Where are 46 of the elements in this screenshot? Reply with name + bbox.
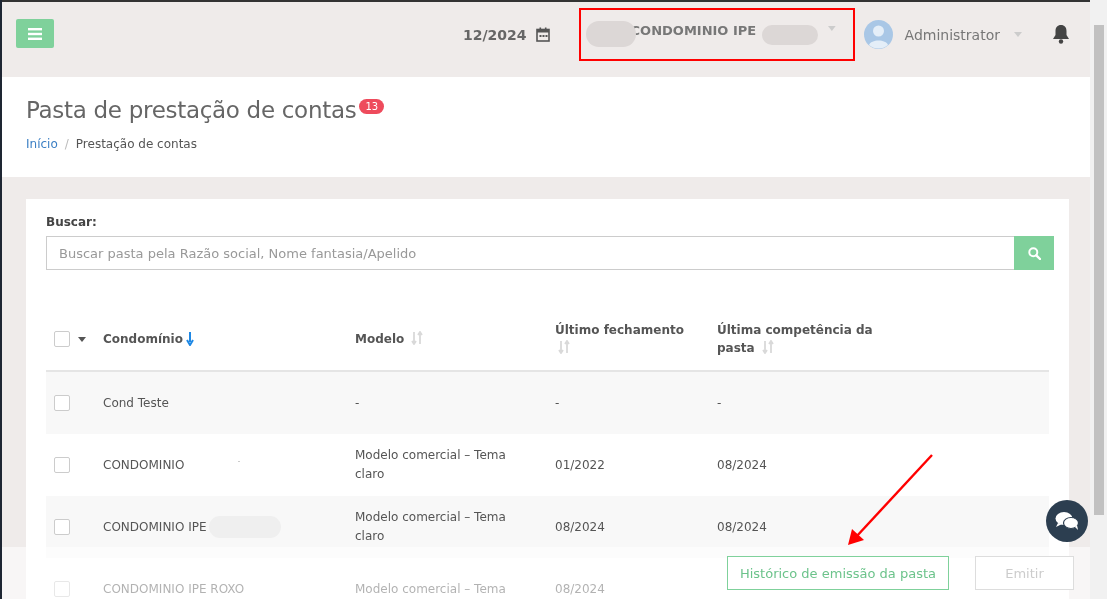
column-header[interactable]: Última competência da pasta <box>717 321 897 357</box>
table-cell: 08/2024 <box>717 520 767 534</box>
chat-icon <box>1055 511 1079 531</box>
table-cell: Modelo comercial – Tema claro <box>355 448 506 481</box>
table-cell: - <box>355 395 360 410</box>
bell-icon[interactable] <box>1052 23 1070 44</box>
search-icon <box>1027 246 1041 260</box>
table-cell: Cond Teste <box>103 396 169 410</box>
table-cell: 01/2022 <box>555 458 605 472</box>
table-cell: - <box>717 396 722 410</box>
scrollbar[interactable] <box>1090 0 1107 599</box>
period-label[interactable]: 12/2024 <box>463 26 527 43</box>
row-checkbox[interactable] <box>54 519 70 535</box>
table-cell: 08/2024 <box>717 458 767 472</box>
table-cell: 08/2024 <box>555 520 605 534</box>
chat-button[interactable] <box>1046 500 1088 542</box>
menu-button[interactable] <box>16 19 54 48</box>
condominium-selector[interactable]: CONDOMINIO IPE <box>565 12 836 57</box>
breadcrumb-current: Prestação de contas <box>75 137 197 151</box>
column-header[interactable]: Modelo <box>355 329 555 349</box>
page-title: Pasta de prestação de contas <box>26 97 357 123</box>
select-all-checkbox[interactable] <box>54 331 70 347</box>
count-badge: 13 <box>359 99 385 114</box>
row-checkbox[interactable] <box>54 457 70 473</box>
search-field[interactable]: Buscar pasta pela Razão social, Nome fantasia/Apelido <box>46 236 1014 270</box>
column-header[interactable]: Condomínio <box>103 332 355 346</box>
caret-icon <box>1014 32 1022 37</box>
table-cell: - <box>555 396 560 410</box>
calendar-icon[interactable] <box>535 27 550 42</box>
breadcrumb-separator: / <box>64 137 69 151</box>
table-cell: Modelo comercial – Tema claro <box>355 510 506 543</box>
table-cell: 08/2024 <box>555 582 605 596</box>
table-cell: Modelo comercial – Tema <box>355 581 506 596</box>
table-cell: CONDOMINIO <box>103 458 185 472</box>
table-cell: CONDOMINIO IPE ROXO <box>103 582 245 596</box>
search-label: Buscar: <box>46 215 98 229</box>
column-header[interactable]: Último fechamento <box>555 321 717 357</box>
user-menu[interactable]: Administrator <box>863 20 1022 49</box>
caret-icon <box>827 26 836 31</box>
search-button[interactable] <box>1014 236 1054 270</box>
menu-icon <box>28 27 42 40</box>
avatar-icon <box>863 20 893 49</box>
caret-icon[interactable] <box>78 336 86 342</box>
row-checkbox[interactable] <box>54 395 70 411</box>
breadcrumb-link[interactable]: Início <box>26 137 58 151</box>
table-cell: CONDOMINIO IPE <box>103 520 207 534</box>
